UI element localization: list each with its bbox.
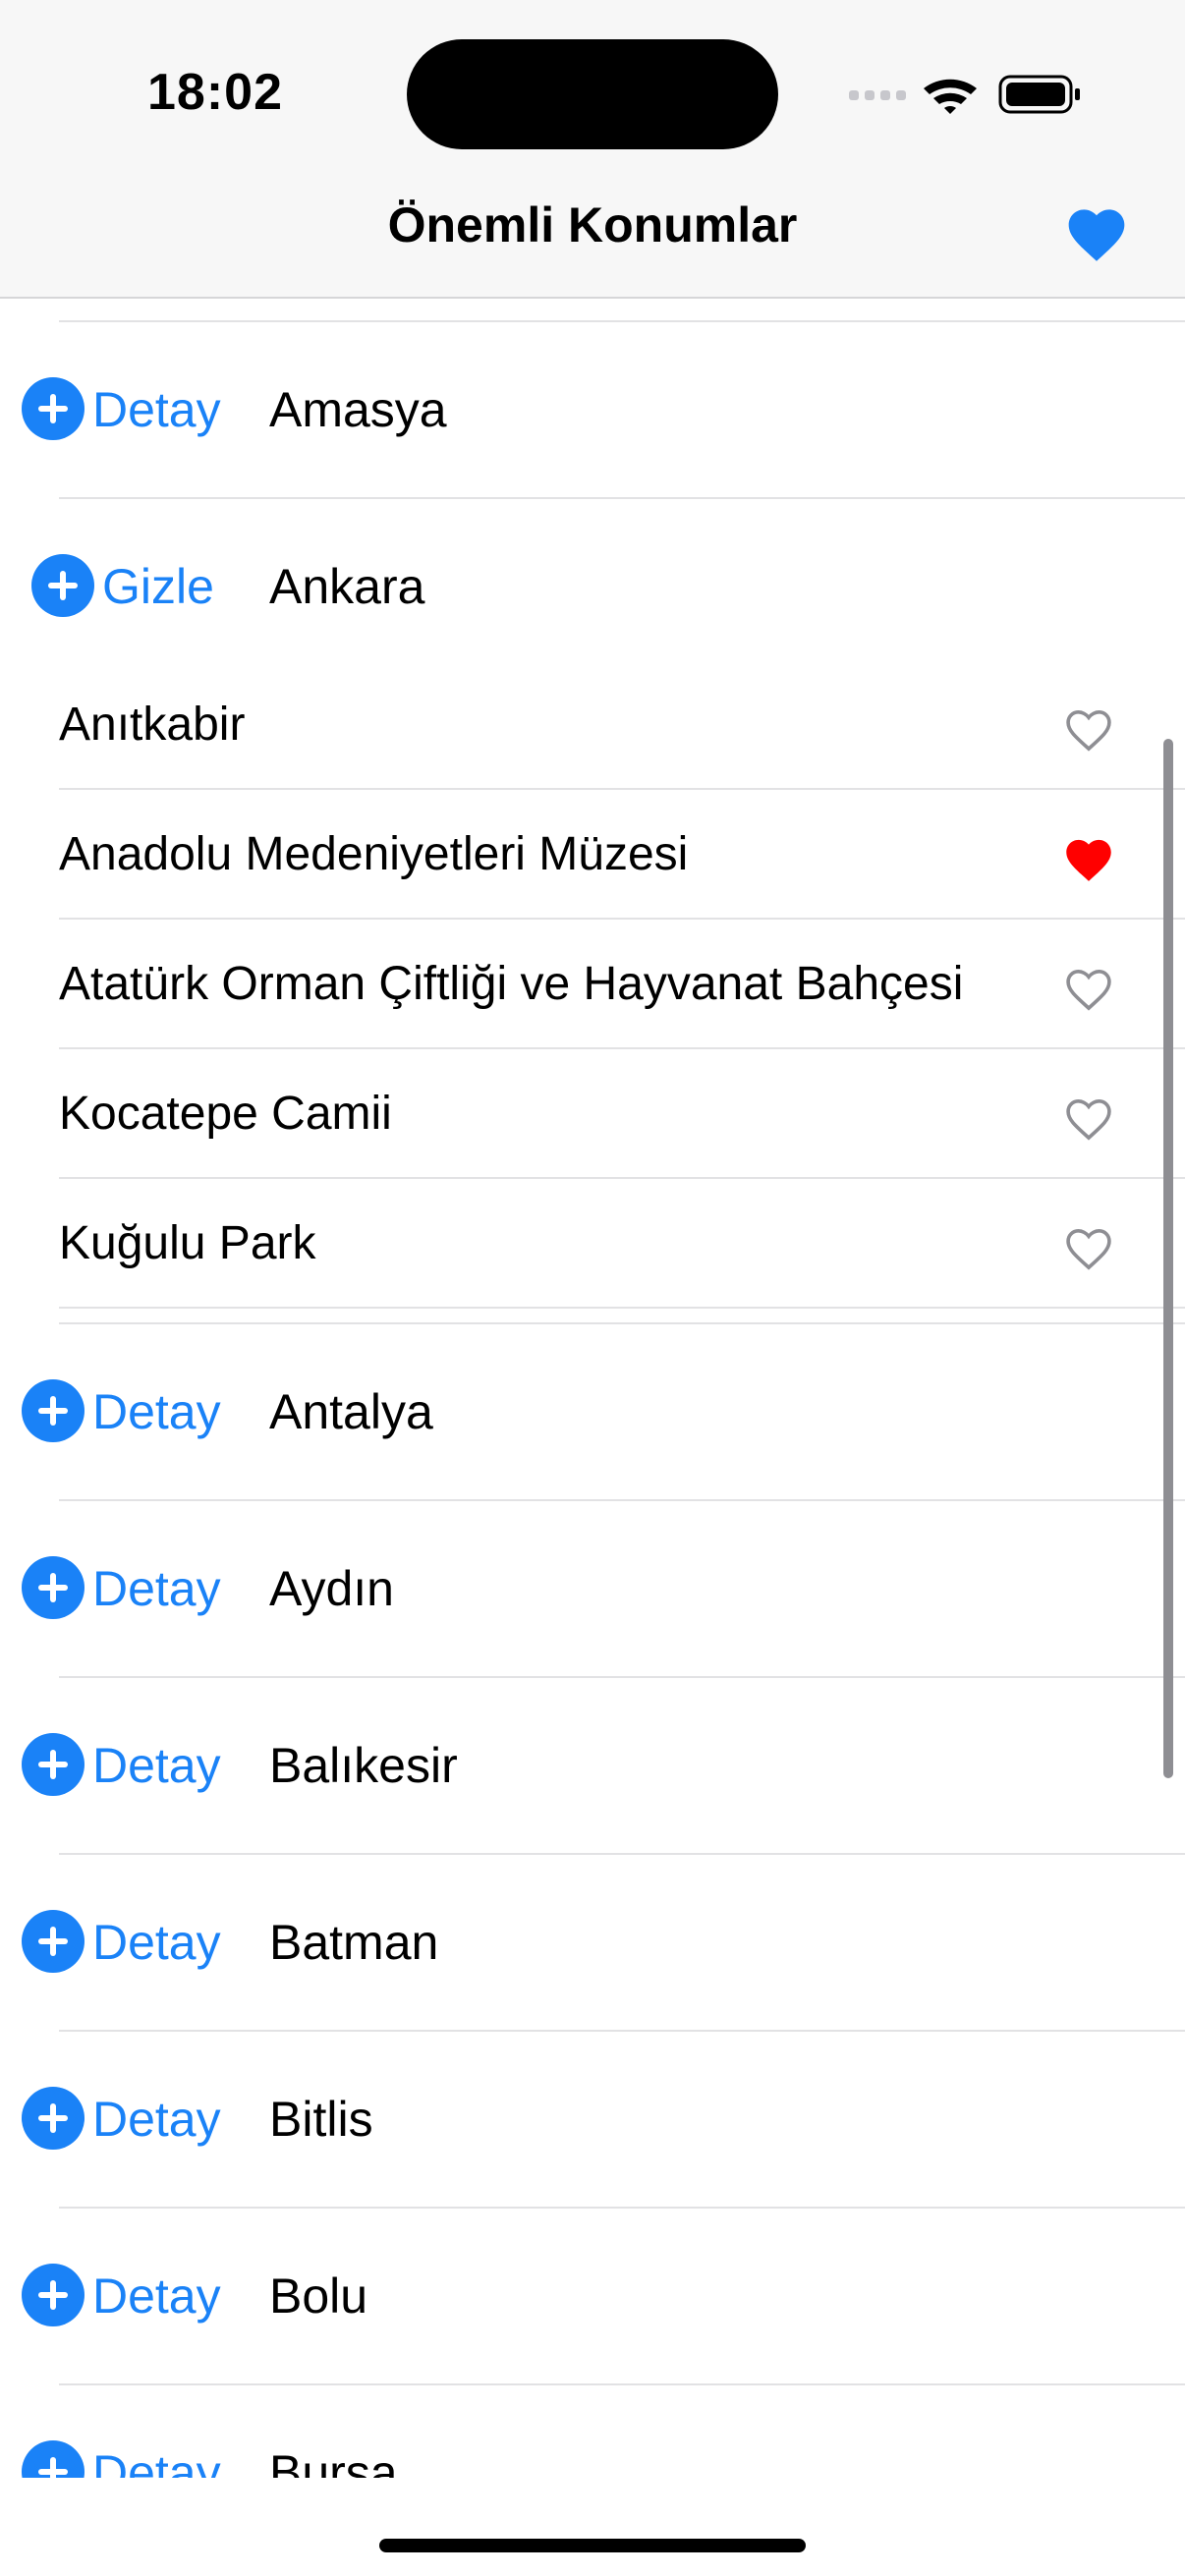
divider	[59, 1177, 1185, 1179]
place-name: Kuğulu Park	[59, 1217, 316, 1269]
detail-toggle-button[interactable]: Detay	[92, 2091, 221, 2148]
list-item[interactable]: Detay Batman	[0, 1853, 1185, 2030]
list-item[interactable]: Detay Aydın	[0, 1499, 1185, 1676]
city-name: Amasya	[269, 382, 447, 437]
place-name: Atatürk Orman Çiftliği ve Hayvanat Bahçe…	[59, 958, 964, 1010]
heart-outline-icon[interactable]	[1061, 703, 1116, 753]
divider	[59, 788, 1185, 790]
list-item[interactable]: Detay Bitlis	[0, 2030, 1185, 2207]
plus-circle-icon[interactable]	[22, 1910, 85, 1973]
heart-outline-icon[interactable]	[1061, 1222, 1116, 1271]
city-name: Batman	[269, 1915, 439, 1970]
heart-filled-icon[interactable]	[1063, 200, 1130, 263]
status-time: 18:02	[147, 64, 283, 121]
detail-toggle-button[interactable]: Detay	[92, 381, 221, 438]
plus-circle-icon[interactable]	[22, 2440, 85, 2478]
list-item[interactable]: Detay Balıkesir	[0, 1676, 1185, 1853]
city-list[interactable]: Detay Amasya Gizle Ankara Anıtkabir Anad…	[0, 299, 1185, 2478]
divider	[59, 1047, 1185, 1049]
place-row: Anıtkabir	[0, 662, 1185, 792]
list-item[interactable]: Detay Amasya	[0, 320, 1185, 497]
wifi-icon	[924, 79, 977, 114]
page-title: Önemli Konumlar	[387, 197, 798, 252]
city-name: Aydın	[269, 1561, 394, 1616]
place-name: Anıtkabir	[59, 699, 246, 751]
heart-filled-icon[interactable]	[1061, 833, 1116, 882]
divider	[59, 1307, 1185, 1309]
plus-circle-icon[interactable]	[31, 554, 94, 617]
place-row: Kuğulu Park	[0, 1181, 1185, 1311]
plus-circle-icon[interactable]	[22, 2087, 85, 2150]
dynamic-island	[407, 39, 778, 149]
plus-circle-icon[interactable]	[22, 377, 85, 440]
status-icons	[849, 75, 1080, 114]
city-name: Ankara	[269, 559, 425, 614]
city-name: Bitlis	[269, 2092, 373, 2147]
detail-toggle-button[interactable]: Detay	[92, 2444, 221, 2478]
home-indicator[interactable]	[379, 2539, 806, 2552]
place-row: Atatürk Orman Çiftliği ve Hayvanat Bahçe…	[0, 922, 1185, 1051]
detail-toggle-button[interactable]: Detay	[92, 1737, 221, 1794]
detail-toggle-button[interactable]: Detay	[92, 2268, 221, 2324]
list-item[interactable]: Detay Bolu	[0, 2207, 1185, 2383]
city-name: Bursa	[269, 2445, 398, 2478]
detail-toggle-button[interactable]: Detay	[92, 1914, 221, 1971]
detail-toggle-button[interactable]: Detay	[92, 1560, 221, 1617]
place-row: Anadolu Medeniyetleri Müzesi	[0, 792, 1185, 922]
city-name: Bolu	[269, 2268, 368, 2324]
battery-icon	[998, 75, 1080, 114]
scroll-indicator[interactable]	[1163, 739, 1173, 1778]
list-item[interactable]: Gizle Ankara	[0, 497, 1185, 674]
heart-outline-icon[interactable]	[1061, 1092, 1116, 1142]
plus-circle-icon[interactable]	[22, 1379, 85, 1442]
list-item[interactable]: Detay Bursa	[0, 2383, 1185, 2478]
place-row: Kocatepe Camii	[0, 1051, 1185, 1181]
plus-circle-icon[interactable]	[22, 2264, 85, 2326]
navigation-bar: 18:02 Önemli Konumlar	[0, 0, 1185, 299]
heart-outline-icon[interactable]	[1061, 963, 1116, 1012]
plus-circle-icon[interactable]	[22, 1556, 85, 1619]
hide-toggle-button[interactable]: Gizle	[102, 558, 214, 615]
place-name: Kocatepe Camii	[59, 1088, 392, 1140]
city-name: Balıkesir	[269, 1738, 458, 1793]
list-item[interactable]: Detay Antalya	[0, 1322, 1185, 1499]
plus-circle-icon[interactable]	[22, 1733, 85, 1796]
detail-toggle-button[interactable]: Detay	[92, 1383, 221, 1440]
place-name: Anadolu Medeniyetleri Müzesi	[59, 828, 689, 880]
city-name: Antalya	[269, 1384, 433, 1439]
cellular-signal-icon	[849, 90, 906, 100]
divider	[59, 918, 1185, 920]
